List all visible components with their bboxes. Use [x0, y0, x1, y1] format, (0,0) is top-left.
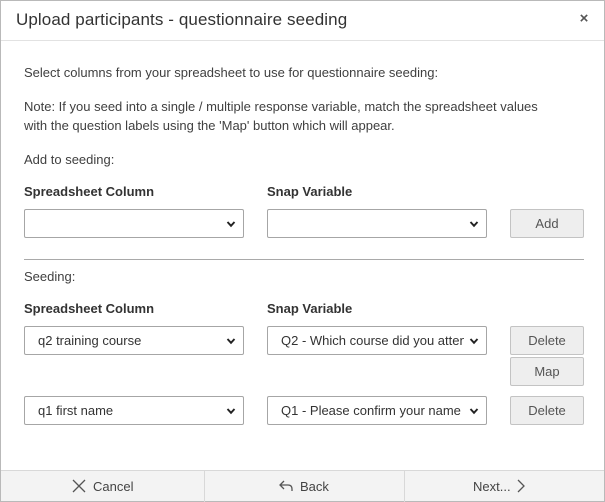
cancel-label: Cancel	[93, 478, 134, 494]
add-spreadsheet-column-select[interactable]	[24, 209, 244, 238]
add-to-seeding-label: Add to seeding:	[24, 152, 115, 167]
seeding-row-2-variable-value: Q1 - Please confirm your name	[281, 403, 461, 418]
chevron-down-icon	[469, 221, 479, 228]
back-button[interactable]: Back	[205, 471, 404, 502]
upload-participants-dialog: Upload participants - questionnaire seed…	[0, 0, 605, 502]
chevron-down-icon	[226, 338, 236, 345]
seeding-row-1-delete-button[interactable]: Delete	[510, 326, 584, 355]
section-divider	[24, 259, 584, 260]
note-line-1: Note: If you seed into a single / multip…	[24, 99, 538, 114]
seeding-row-1-variable-value: Q2 - Which course did you attend?	[281, 333, 464, 348]
intro-text: Select columns from your spreadsheet to …	[24, 65, 439, 80]
seeding-row-1-variable-select[interactable]: Q2 - Which course did you attend?	[267, 326, 487, 355]
add-snap-variable-header: Snap Variable	[267, 184, 353, 199]
seeding-spreadsheet-column-header: Spreadsheet Column	[24, 301, 155, 316]
dialog-titlebar: Upload participants - questionnaire seed…	[1, 1, 604, 41]
dialog-title: Upload participants - questionnaire seed…	[16, 10, 348, 29]
back-label: Back	[300, 478, 329, 494]
chevron-down-icon	[469, 338, 479, 345]
seeding-label: Seeding:	[24, 269, 76, 284]
add-snap-variable-select[interactable]	[267, 209, 487, 238]
close-icon[interactable]: ×	[574, 9, 594, 29]
add-spreadsheet-column-header: Spreadsheet Column	[24, 184, 155, 199]
seeding-row-2-spreadsheet-select[interactable]: q1 first name	[24, 396, 244, 425]
add-button[interactable]: Add	[510, 209, 584, 238]
x-icon	[72, 479, 86, 493]
chevron-down-icon	[226, 221, 236, 228]
cancel-button[interactable]: Cancel	[1, 471, 204, 502]
back-arrow-icon	[279, 480, 293, 491]
seeding-row-1-map-button[interactable]: Map	[510, 357, 584, 386]
seeding-snap-variable-header: Snap Variable	[267, 301, 353, 316]
seeding-row-2-variable-select[interactable]: Q1 - Please confirm your name	[267, 396, 487, 425]
seeding-row-1-spreadsheet-select[interactable]: q2 training course	[24, 326, 244, 355]
seeding-row-2-spreadsheet-value: q1 first name	[38, 403, 114, 418]
dialog-footer: Cancel Back Next...	[1, 470, 604, 502]
chevron-right-icon	[517, 479, 525, 493]
chevron-down-icon	[226, 408, 236, 415]
seeding-row-1-spreadsheet-value: q2 training course	[38, 333, 142, 348]
next-label: Next...	[473, 478, 511, 494]
next-button[interactable]: Next...	[405, 471, 604, 502]
chevron-down-icon	[469, 408, 479, 415]
note-line-2: with the question labels using the 'Map'…	[24, 118, 395, 133]
seeding-row-2-delete-button[interactable]: Delete	[510, 396, 584, 425]
